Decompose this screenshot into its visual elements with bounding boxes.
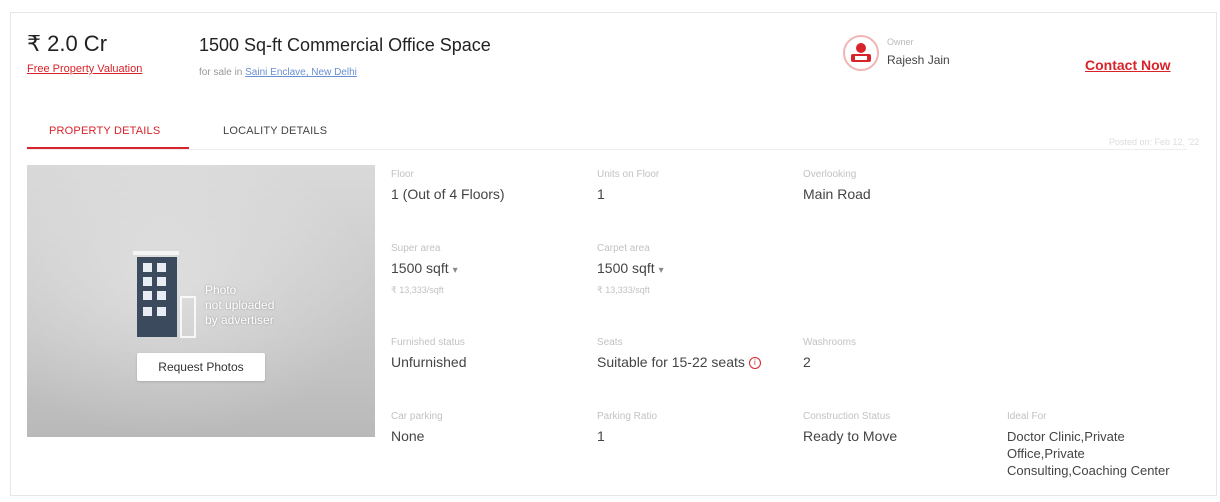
detail-value: 1 [597, 428, 605, 444]
detail-tabs: PROPERTY DETAILS LOCALITY DETAILS [27, 111, 1187, 150]
detail-value: 2 [803, 354, 811, 370]
detail-super-area: Super area 1500 sqft ▾ ₹ 13,333/sqft [391, 243, 581, 296]
detail-washrooms: Washrooms 2 [803, 337, 993, 371]
super-area-value: 1500 sqft [391, 260, 449, 276]
detail-floor: Floor 1 (Out of 4 Floors) [391, 169, 581, 203]
detail-value: 1 [597, 186, 605, 202]
detail-label: Carpet area [597, 243, 650, 254]
detail-overlooking: Overlooking Main Road [803, 169, 993, 203]
photo-not-uploaded-note: Photo not uploaded by advertiser [205, 283, 275, 327]
active-tab-indicator [27, 147, 189, 149]
subtitle-prefix: for sale in [199, 67, 243, 78]
property-photo-placeholder: Photo not uploaded by advertiser Request… [27, 165, 375, 437]
free-valuation-link[interactable]: Free Property Valuation [27, 63, 142, 75]
detail-construction-status: Construction Status Ready to Move [803, 411, 993, 445]
owner-avatar-icon [843, 35, 879, 71]
detail-subvalue: ₹ 13,333/sqft [391, 285, 444, 295]
detail-label: Overlooking [803, 169, 857, 180]
property-subtitle: for sale in Saini Enclave, New Delhi [199, 67, 357, 78]
price: ₹ 2.0 Cr [27, 31, 108, 56]
detail-car-parking: Car parking None [391, 411, 581, 445]
locality-link[interactable]: Saini Enclave, New Delhi [245, 67, 357, 78]
request-photos-button[interactable]: Request Photos [137, 353, 265, 381]
chevron-down-icon[interactable]: ▾ [453, 265, 458, 276]
detail-label: Washrooms [803, 337, 856, 348]
detail-label: Super area [391, 243, 441, 254]
detail-label: Ideal For [1007, 411, 1047, 422]
detail-value: None [391, 428, 425, 444]
detail-value[interactable]: 1500 sqft ▾ [597, 260, 787, 279]
detail-value: Unfurnished [391, 354, 467, 370]
property-title: 1500 Sq-ft Commercial Office Space [199, 35, 491, 55]
seats-value: Suitable for 15-22 seats [597, 354, 745, 370]
detail-label: Units on Floor [597, 169, 660, 180]
detail-label: Car parking [391, 411, 443, 422]
detail-furnished-status: Furnished status Unfurnished [391, 337, 581, 371]
posted-date: Posted on: Feb 12, '22 [1109, 137, 1200, 147]
chevron-down-icon[interactable]: ▾ [659, 265, 664, 276]
contact-now-button[interactable]: Contact Now [1085, 57, 1171, 73]
detail-label: Parking Ratio [597, 411, 658, 422]
detail-value: Doctor Clinic,Private Office,Private Con… [1007, 429, 1170, 478]
detail-ideal-for: Ideal For Doctor Clinic,Private Office,P… [1007, 411, 1203, 479]
tab-property-details[interactable]: PROPERTY DETAILS [49, 125, 160, 137]
owner-role: Owner [887, 37, 914, 47]
info-icon[interactable]: i [748, 357, 761, 370]
detail-value: Main Road [803, 186, 871, 202]
detail-carpet-area: Carpet area 1500 sqft ▾ ₹ 13,333/sqft [597, 243, 787, 296]
carpet-area-value: 1500 sqft [597, 260, 655, 276]
detail-value: 1 (Out of 4 Floors) [391, 186, 505, 202]
detail-units-on-floor: Units on Floor 1 [597, 169, 787, 203]
detail-seats: Seats Suitable for 15-22 seats i [597, 337, 787, 371]
detail-label: Floor [391, 169, 414, 180]
photo-haze [27, 165, 375, 437]
detail-value: Ready to Move [803, 428, 898, 444]
detail-value[interactable]: 1500 sqft ▾ [391, 260, 581, 279]
detail-value: Suitable for 15-22 seats i [597, 354, 787, 371]
detail-subvalue: ₹ 13,333/sqft [597, 285, 650, 295]
detail-label: Construction Status [803, 411, 891, 422]
tab-locality-details[interactable]: LOCALITY DETAILS [223, 125, 327, 137]
detail-label: Furnished status [391, 337, 465, 348]
property-card: ₹ 2.0 Cr Free Property Valuation 1500 Sq… [10, 12, 1217, 496]
building-icon [133, 251, 196, 338]
detail-label: Seats [597, 337, 623, 348]
detail-parking-ratio: Parking Ratio 1 [597, 411, 787, 445]
owner-name: Rajesh Jain [887, 53, 950, 67]
